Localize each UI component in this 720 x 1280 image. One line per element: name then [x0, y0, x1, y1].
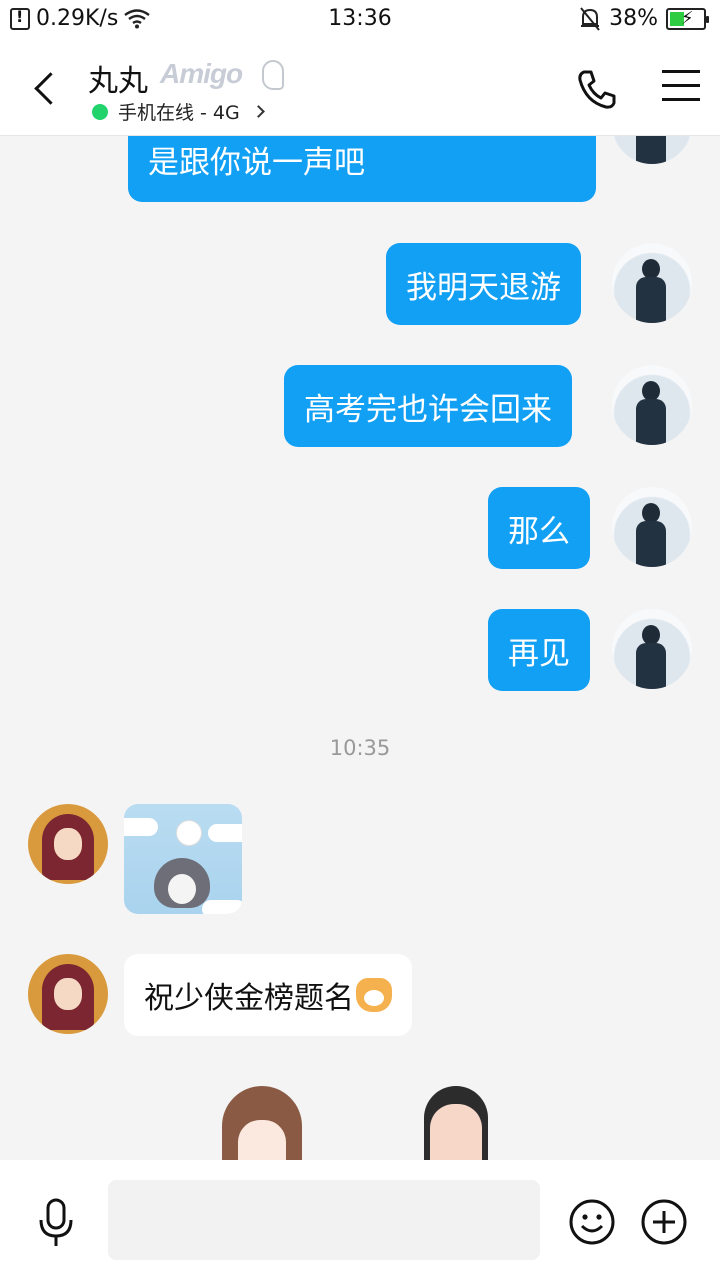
menu-icon[interactable] [662, 70, 700, 104]
online-status-text: 手机在线 - 4G [118, 102, 240, 124]
my-avatar[interactable] [612, 136, 692, 164]
plus-icon[interactable] [640, 1198, 688, 1246]
message-bubble-outgoing[interactable]: 高考完也许会回来 [284, 365, 572, 447]
my-avatar[interactable] [612, 365, 692, 445]
chat-header: 丸丸 Amigo 手机在线 - 4G [0, 40, 720, 136]
message-text: 是跟你说一声吧 [148, 145, 365, 181]
message-bubble-outgoing[interactable]: 我明天退游 [386, 243, 581, 325]
message-timestamp: 10:35 [329, 736, 391, 760]
message-text: 再见 [508, 635, 570, 672]
chevron-right-icon [251, 105, 265, 118]
message-input[interactable] [108, 1180, 540, 1260]
ear-icon[interactable] [262, 60, 284, 90]
input-bar [0, 1160, 720, 1280]
message-text: 祝少侠金榜题名 [144, 981, 354, 1016]
message-text: 我明天退游 [406, 269, 561, 306]
mute-bell-icon [580, 6, 600, 31]
sticker-message[interactable] [124, 804, 242, 914]
message-bubble-outgoing[interactable]: 是跟你说一声吧 [128, 136, 596, 202]
phone-icon[interactable] [574, 66, 620, 112]
my-avatar[interactable] [612, 243, 692, 323]
contact-avatar[interactable] [28, 804, 108, 884]
character-peek-decoration [222, 1086, 302, 1160]
smiley-icon[interactable] [568, 1198, 616, 1246]
character-peek-decoration [424, 1086, 488, 1160]
my-avatar[interactable] [612, 487, 692, 567]
message-list[interactable]: 是跟你说一声吧 我明天退游 高考完也许会回来 那么 再见 10:35 祝少侠金榜… [0, 136, 720, 1160]
microphone-icon[interactable] [36, 1198, 76, 1248]
contact-name[interactable]: 丸丸 [88, 56, 148, 100]
my-avatar[interactable] [612, 609, 692, 689]
amigo-badge: Amigo [160, 58, 243, 89]
message-text: 高考完也许会回来 [304, 391, 552, 428]
online-status[interactable]: 手机在线 - 4G [92, 98, 265, 125]
message-bubble-outgoing[interactable]: 再见 [488, 609, 590, 691]
contact-avatar[interactable] [28, 954, 108, 1034]
message-bubble-incoming[interactable]: 祝少侠金榜题名 [124, 954, 412, 1036]
back-arrow-icon[interactable] [26, 64, 66, 112]
online-dot-icon [92, 103, 108, 120]
battery-icon: ⚡ [666, 7, 709, 30]
message-bubble-outgoing[interactable]: 那么 [488, 487, 590, 569]
message-text: 那么 [508, 513, 570, 550]
status-bar: 0.29K/s 13:36 38% ⚡ [0, 0, 720, 40]
cat-emoji-icon [356, 978, 392, 1012]
battery-percent: 38% [609, 6, 658, 31]
